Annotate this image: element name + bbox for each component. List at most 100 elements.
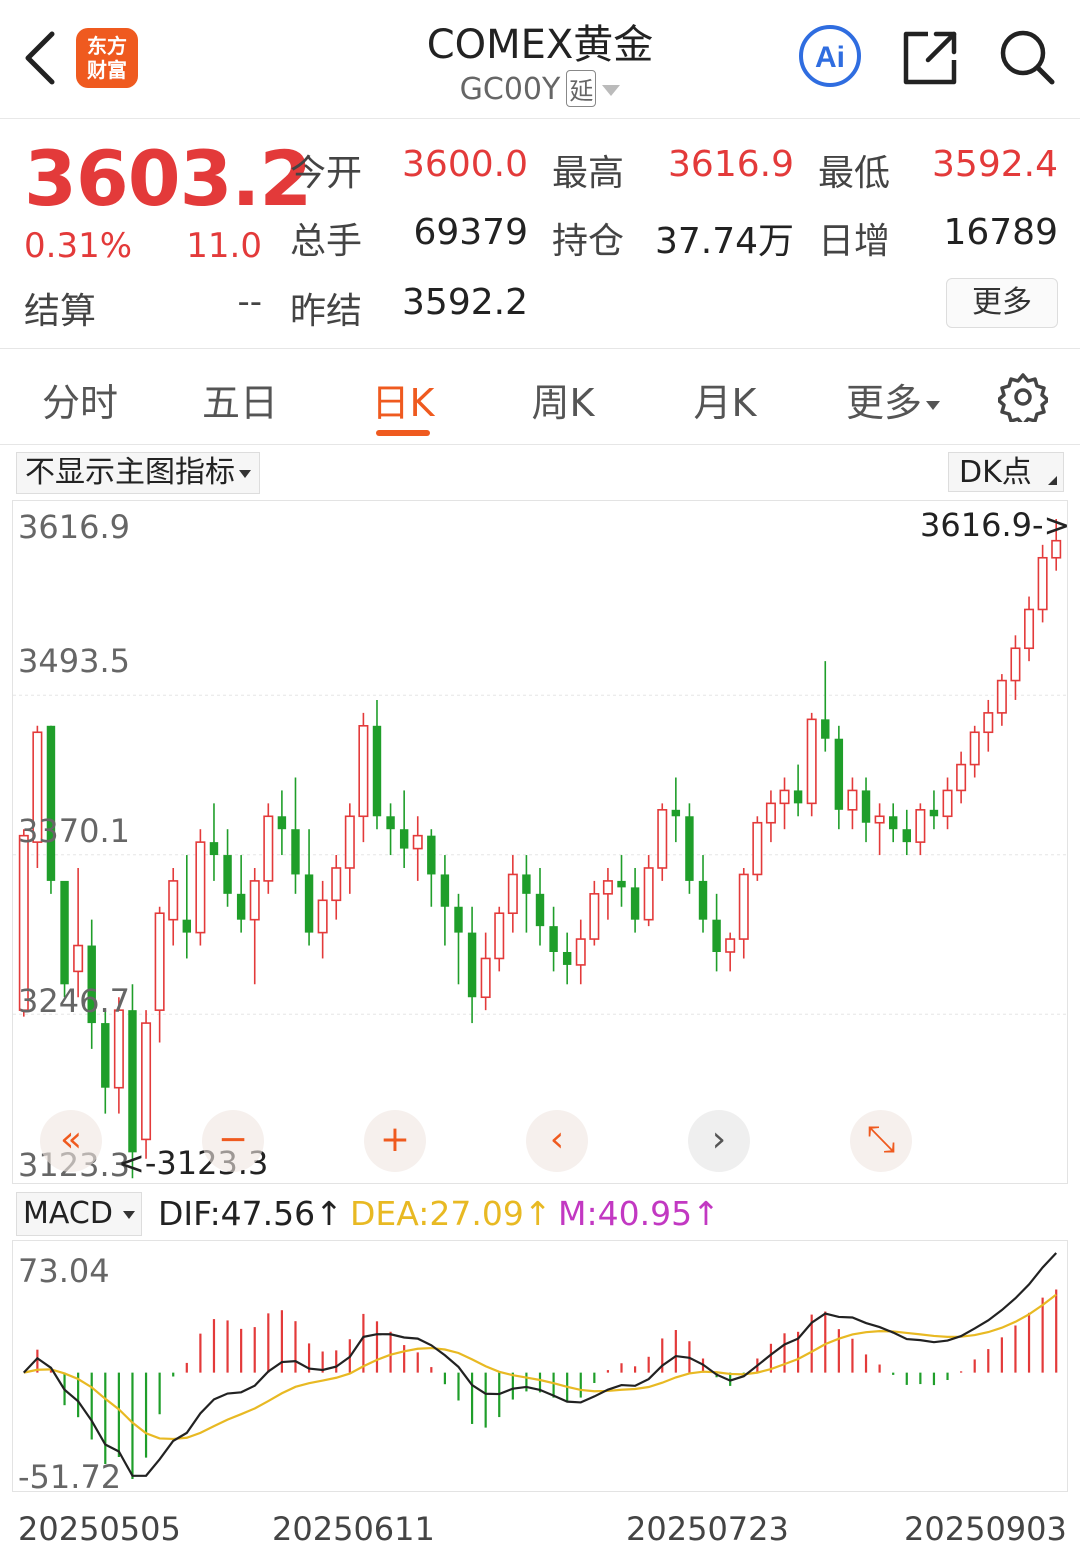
- sub-indicator-select[interactable]: MACD: [16, 1192, 142, 1236]
- candle-down: [685, 816, 694, 881]
- candle-up: [249, 880, 260, 921]
- volume-value: 69379: [413, 212, 528, 253]
- daily-increase-label: 日增: [818, 221, 891, 262]
- candle-down: [671, 809, 681, 817]
- candle-down: [60, 880, 69, 985]
- corner-triangle-icon: [1048, 476, 1057, 485]
- candle-down: [277, 816, 287, 830]
- divider: [0, 348, 1080, 349]
- search-button[interactable]: [998, 28, 1056, 86]
- candle-down: [209, 842, 219, 856]
- tab-intraday[interactable]: 分时: [40, 372, 120, 427]
- x-axis-date-1: 20250505: [18, 1510, 181, 1548]
- main-indicator-label: 不显示主图指标: [25, 455, 235, 490]
- macd-m-text: M:40.95: [558, 1194, 693, 1233]
- macd-y-label-bottom: -51.72: [18, 1458, 122, 1496]
- tab-five-day[interactable]: 五日: [200, 372, 280, 427]
- candle-up: [195, 841, 206, 934]
- fullscreen-button[interactable]: ⤡: [850, 1110, 912, 1172]
- candle-down: [427, 835, 436, 875]
- tab-more[interactable]: 更多: [846, 372, 956, 427]
- scroll-right-button[interactable]: ›: [688, 1110, 750, 1172]
- scroll-to-start-button[interactable]: «: [40, 1110, 102, 1172]
- main-indicator-select[interactable]: 不显示主图指标: [16, 452, 260, 494]
- candle-down: [399, 829, 409, 849]
- settle-value: --: [237, 282, 262, 322]
- chart-settings-button[interactable]: [996, 372, 1050, 427]
- open-interest-label: 持仓: [552, 221, 625, 262]
- zoom-in-button[interactable]: +: [364, 1110, 426, 1172]
- macd-m-value: M:40.95↑: [558, 1194, 720, 1233]
- candlestick-chart[interactable]: [12, 500, 1068, 1184]
- candle-down: [902, 829, 911, 843]
- change-value: 11.0: [186, 226, 262, 266]
- candle-down: [562, 951, 572, 965]
- logo-text-2: 财富: [87, 58, 127, 82]
- open-value: 3600.0: [402, 144, 528, 185]
- tab-more-label: 更多: [846, 381, 923, 425]
- candle-down: [467, 932, 477, 998]
- candle-down: [617, 880, 626, 888]
- dropdown-caret-icon: [602, 85, 621, 96]
- share-button[interactable]: [902, 28, 960, 86]
- dropdown-caret-icon: [239, 469, 251, 478]
- candle-up: [589, 893, 600, 940]
- double-chevron-left-icon: «: [59, 1119, 83, 1160]
- contract-code-selector[interactable]: GC00Y 延: [340, 70, 740, 107]
- candle-up: [996, 679, 1007, 714]
- candle-down: [223, 855, 232, 894]
- gear-icon: [996, 373, 1050, 427]
- candle-up: [113, 1009, 124, 1089]
- macd-chart[interactable]: [12, 1240, 1068, 1492]
- candle-up: [806, 718, 817, 805]
- scroll-left-button[interactable]: ‹: [526, 1110, 588, 1172]
- sub-indicator-label: MACD: [23, 1196, 113, 1231]
- macd-dif-value: DIF:47.56↑: [158, 1194, 343, 1233]
- candle-down: [372, 725, 382, 817]
- max-price-marker: 3616.9->: [920, 506, 1071, 544]
- candle-up: [643, 867, 654, 921]
- high-label: 最高: [552, 153, 625, 194]
- macd-dif-line: [22, 1252, 1058, 1477]
- settle-label: 结算: [24, 291, 97, 332]
- active-tab-indicator: [376, 430, 430, 436]
- macd-dea-text: DEA:27.09: [350, 1194, 524, 1233]
- candle-down: [630, 887, 640, 920]
- chevron-left-icon: ‹: [549, 1119, 565, 1160]
- candle-up: [983, 712, 994, 734]
- tab-daily-k[interactable]: 日K: [362, 372, 444, 427]
- volume-label: 总手: [290, 221, 363, 262]
- candle-up: [480, 957, 491, 999]
- candle-up: [915, 809, 926, 843]
- tab-weekly-k[interactable]: 周K: [522, 372, 604, 427]
- svg-text:Ai: Ai: [815, 41, 845, 74]
- candle-down: [182, 919, 192, 933]
- candle-down: [821, 719, 830, 739]
- divider: [0, 444, 1080, 445]
- candle-down: [549, 926, 558, 952]
- candle-down: [46, 725, 56, 881]
- back-arrow-icon[interactable]: [22, 30, 62, 86]
- quote-more-button[interactable]: 更多: [946, 278, 1058, 328]
- candle-up: [168, 880, 179, 921]
- dk-point-select[interactable]: DK点: [948, 452, 1064, 492]
- candle-up: [494, 912, 505, 960]
- candle-down: [522, 874, 531, 894]
- candle-down: [304, 874, 314, 933]
- candle-down: [834, 738, 844, 810]
- plus-icon: +: [379, 1119, 411, 1160]
- candle-up: [738, 873, 749, 940]
- candle-up: [602, 880, 613, 895]
- tab-monthly-k[interactable]: 月K: [684, 372, 766, 427]
- daily-increase-value: 16789: [943, 212, 1058, 253]
- macd-plot: [22, 1252, 1058, 1479]
- delay-tag: 延: [566, 70, 597, 107]
- prev-settle-label: 昨结: [290, 291, 363, 332]
- y-axis-label-2: 3493.5: [18, 642, 130, 680]
- low-value: 3592.4: [932, 144, 1058, 185]
- ai-button[interactable]: Ai: [798, 24, 862, 88]
- zoom-out-button[interactable]: −: [202, 1110, 264, 1172]
- macd-dea-line: [23, 1293, 1057, 1441]
- candle-down: [454, 906, 463, 933]
- candle-down: [929, 809, 939, 817]
